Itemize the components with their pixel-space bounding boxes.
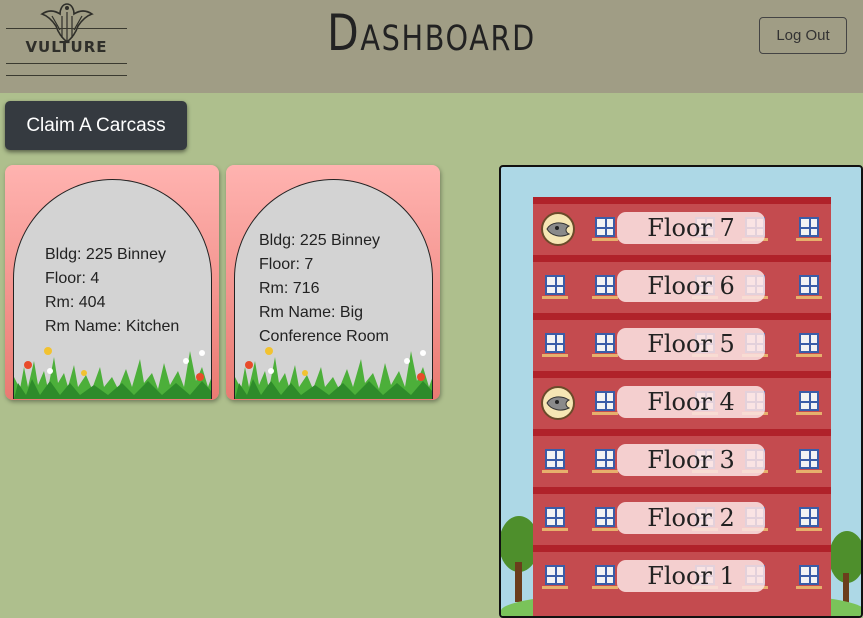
vulture-skull-icon (541, 212, 575, 246)
card-room: Rm: 404 (45, 294, 106, 311)
window-sill (796, 296, 822, 299)
floor-label[interactable]: Floor 3 (617, 444, 765, 476)
window-icon (799, 217, 819, 237)
card-room-name: Rm Name: Big (259, 304, 364, 321)
window-icon (595, 275, 615, 295)
page-title: Dashboard (327, 4, 536, 62)
window-sill (592, 296, 618, 299)
window-icon (799, 391, 819, 411)
logout-button[interactable]: Log Out (759, 17, 847, 54)
floor-label[interactable]: Floor 6 (617, 270, 765, 302)
building-floor[interactable]: Floor 1 (533, 545, 831, 603)
window-sill (796, 586, 822, 589)
floor-label[interactable]: Floor 5 (617, 328, 765, 360)
window-icon (545, 449, 565, 469)
card-floor: Floor: 7 (259, 256, 314, 273)
floor-label[interactable]: Floor 4 (617, 386, 765, 418)
card-floor: Floor: 4 (45, 270, 100, 287)
building-floor[interactable]: Floor 2 (533, 487, 831, 545)
header-bar: VULTURE Dashboard Log Out (0, 0, 863, 93)
building-floor[interactable]: Floor 7 (533, 197, 831, 255)
floor-label[interactable]: Floor 2 (617, 502, 765, 534)
window-icon (595, 565, 615, 585)
window-icon (799, 565, 819, 585)
window-icon (799, 275, 819, 295)
window-icon (545, 275, 565, 295)
floor-divider (533, 197, 831, 204)
building-floor[interactable]: Floor 6 (533, 255, 831, 313)
building-tower: Floor 7 Floor 6 Floor 5 Floor 4 Floor 3 Floor… (533, 197, 831, 616)
window-icon (595, 449, 615, 469)
building-floor[interactable]: Floor 5 (533, 313, 831, 371)
window-icon (595, 507, 615, 527)
window-icon (595, 391, 615, 411)
carcass-card[interactable]: Bldg: 225 Binney Floor: 7 Rm: 716 Rm Nam… (226, 165, 440, 400)
window-sill (542, 354, 568, 357)
window-sill (542, 470, 568, 473)
window-sill (592, 586, 618, 589)
window-sill (796, 238, 822, 241)
window-icon (799, 507, 819, 527)
grass-flowers-icon (235, 347, 432, 399)
window-sill (542, 528, 568, 531)
card-info: Bldg: 225 Binney Floor: 4 Rm: 404 Rm Nam… (45, 243, 179, 339)
window-icon (545, 333, 565, 353)
card-room: Rm: 716 (259, 280, 320, 297)
card-info: Bldg: 225 Binney Floor: 7 Rm: 716 Rm Nam… (259, 229, 389, 349)
window-icon (799, 333, 819, 353)
building-floor[interactable]: Floor 3 (533, 429, 831, 487)
window-sill (796, 470, 822, 473)
window-sill (592, 470, 618, 473)
window-sill (542, 296, 568, 299)
window-sill (796, 354, 822, 357)
card-building: Bldg: 225 Binney (259, 232, 380, 249)
grass-flowers-icon (14, 347, 211, 399)
window-sill (592, 528, 618, 531)
window-sill (542, 586, 568, 589)
window-sill (592, 354, 618, 357)
window-icon (545, 507, 565, 527)
logo-rule-bottom (6, 75, 127, 76)
building-floor[interactable]: Floor 4 (533, 371, 831, 429)
window-sill (592, 238, 618, 241)
window-sill (796, 528, 822, 531)
floor-label[interactable]: Floor 7 (617, 212, 765, 244)
card-building: Bldg: 225 Binney (45, 246, 166, 263)
floor-label[interactable]: Floor 1 (617, 560, 765, 592)
window-sill (592, 412, 618, 415)
floor-divider (533, 487, 831, 494)
carcass-card[interactable]: Bldg: 225 Binney Floor: 4 Rm: 404 Rm Nam… (5, 165, 219, 400)
building-panel: Floor 7 Floor 6 Floor 5 Floor 4 Floor 3 Floor… (499, 165, 863, 618)
floor-divider (533, 545, 831, 552)
floor-divider (533, 371, 831, 378)
window-sill (796, 412, 822, 415)
floor-divider (533, 255, 831, 262)
tombstone: Bldg: 225 Binney Floor: 7 Rm: 716 Rm Nam… (234, 179, 433, 399)
window-icon (799, 449, 819, 469)
tombstone: Bldg: 225 Binney Floor: 4 Rm: 404 Rm Nam… (13, 179, 212, 399)
window-icon (595, 217, 615, 237)
floor-divider (533, 429, 831, 436)
window-icon (545, 565, 565, 585)
card-room-name: Rm Name: Kitchen (45, 318, 180, 335)
claim-carcass-button[interactable]: Claim A Carcass (5, 101, 187, 150)
floor-divider (533, 313, 831, 320)
window-icon (595, 333, 615, 353)
vulture-skull-icon (541, 386, 575, 420)
